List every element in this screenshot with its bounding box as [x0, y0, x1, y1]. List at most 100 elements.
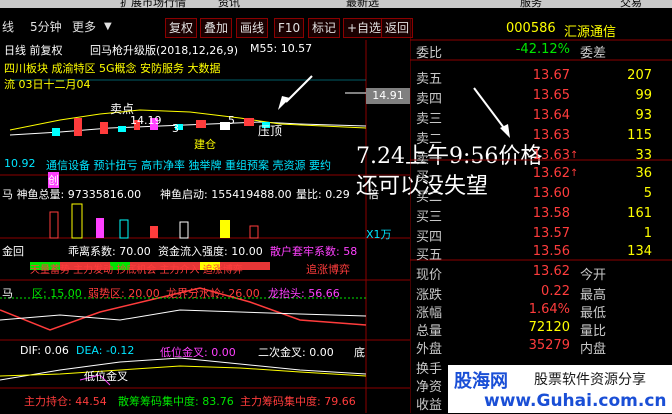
number-label: 5 [228, 114, 235, 127]
bid-row-1: 买一 13.62 ↑ 36 [410, 166, 672, 186]
more-button[interactable]: 更多 [72, 18, 96, 36]
ask-volume: 99 [635, 88, 652, 103]
ask-price: 13.65 [532, 88, 570, 103]
low-golden-cross: 低位金叉: 0.00 [160, 346, 236, 359]
period-5min-button[interactable]: 5分钟 [30, 18, 62, 36]
bid-label: 买二 [416, 190, 443, 205]
indicator-title: 回马枪升级版(2018,12,26,9) [90, 44, 239, 57]
mark-button[interactable]: 标记 [308, 18, 341, 38]
volume-ratio: 量比: 0.29 [296, 188, 350, 201]
stat-value: 13.62 [532, 264, 570, 279]
kline-chart-area[interactable]: 日线 前复权 回马枪升级版(2018,12,26,9) M55: 10.57 四… [0, 40, 410, 413]
watermark-tagline: 股票软件资源分享 [534, 372, 646, 388]
ask-row-2: 卖二 13.63 115 [410, 128, 672, 148]
signal-strip: 天量蓄势 主力发动 抄底机会 主力介入 追涨博弈 [30, 265, 243, 276]
second-golden-cross: 二次金叉: 0.00 [258, 346, 334, 359]
stat-label-2: 量比 [580, 324, 607, 339]
stat-label: 外盘 [416, 342, 443, 357]
ma55-value: M55: 10.57 [250, 42, 313, 55]
stock-code: 000586 [506, 21, 556, 36]
volume-start: 神鱼启动: 155419488.00 [160, 188, 292, 201]
menu-item[interactable]: 扩展市场行情 [120, 0, 186, 8]
stat-label: 现价 [416, 268, 443, 283]
number-label: 3 [172, 122, 179, 135]
bid-row-5: 买五 13.56 134 [410, 244, 672, 264]
flow-line: 流 03日十二月04 [4, 78, 91, 91]
stat-label: 净资 [416, 380, 443, 395]
bid-volume: 5 [643, 186, 652, 201]
chevron-down-icon[interactable]: ▼ [104, 18, 112, 36]
f10-button[interactable]: F10 [274, 18, 305, 38]
bid-price: 13.62 [532, 166, 570, 181]
watermark: 股海网 股票软件资源分享 www.Guhai.com.cn [448, 365, 672, 413]
bid-price: 13.56 [532, 244, 570, 259]
bid-label: 买一 [416, 170, 443, 185]
ask-volume: 93 [635, 108, 652, 123]
news-number: 10.92 [4, 157, 36, 170]
tech-left: 金回 [2, 245, 24, 258]
ask-label: 卖五 [416, 72, 443, 87]
bid-volume: 36 [635, 166, 652, 181]
dragon-head: 龙抬头: 56.66 [268, 287, 340, 300]
macd-bottom: 底 [354, 346, 365, 359]
fuquan-button[interactable]: 复权 [165, 18, 198, 38]
ask-volume: 33 [635, 148, 652, 163]
concepts-line: 四川板块 成渝特区 5G概念 安防服务 大数据 [4, 62, 221, 75]
longma-prefix: 马 [2, 287, 13, 300]
ask-row-5: 卖五 13.67 207 [410, 68, 672, 88]
stat-row: 总量 72120 量比 [410, 320, 672, 340]
golden-cross-label: 低位金叉 [84, 370, 128, 383]
ask-price: 13.64 [532, 108, 570, 123]
ask-label: 卖二 [416, 132, 443, 147]
bid-row-2: 买二 13.60 5 [410, 186, 672, 206]
top-pressure-label: 压顶 [258, 124, 283, 138]
ask-row-4: 卖四 13.65 99 [410, 88, 672, 108]
bid-volume: 1 [643, 226, 652, 241]
stock-name: 汇源通信 [564, 25, 617, 40]
stat-row: 现价 13.62 今开 [410, 264, 672, 284]
toolbar: 线 5分钟 更多 ▼ 复权 叠加 画线 F10 标记 +自选 返回 [0, 18, 415, 38]
back-button[interactable]: 返回 [381, 18, 414, 38]
menu-item[interactable]: 最新选 [346, 0, 379, 8]
order-diff-label: 委差 [580, 46, 607, 61]
stat-label: 总量 [416, 324, 443, 339]
watermark-url: www.Guhai.com.cn [484, 391, 667, 411]
chase-label: 追涨博弈 [306, 263, 350, 276]
bid-label: 买五 [416, 248, 443, 263]
stat-row: 涨幅 1.64% 最低 [410, 302, 672, 322]
order-ratio-label: 委比 [416, 46, 443, 61]
menu-item[interactable]: 交易 [620, 0, 642, 8]
news-tags: 通信设备 预计扭亏 高市净率 独举牌 重组预案 壳资源 要约 [46, 159, 331, 172]
bid-row-4: 买四 13.57 1 [410, 226, 672, 246]
ask-row-3: 卖三 13.64 93 [410, 108, 672, 128]
period-line-button[interactable]: 线 [2, 18, 14, 36]
bid-label: 买四 [416, 230, 443, 245]
stat-value: 72120 [528, 320, 570, 335]
draw-line-button[interactable]: 画线 [236, 18, 269, 38]
stat-row: 外盘 35279 内盘 [410, 338, 672, 358]
stat-label-2: 今开 [580, 268, 607, 283]
menu-item[interactable]: 服务 [520, 0, 542, 8]
stat-label-2: 最低 [580, 306, 607, 321]
ask-price: 13.63 [532, 128, 570, 143]
menu-item[interactable]: 资讯 [218, 0, 240, 8]
weak-zone: 弱势区: 20.00 [88, 287, 160, 300]
bid-price: 13.57 [532, 226, 570, 241]
stat-label-2: 最高 [580, 288, 607, 303]
bid-volume: 134 [627, 244, 652, 259]
quote-panel: 000586 汇源通信 委比 -42.12% 委差 卖五 13.67 207 卖… [410, 18, 672, 413]
stat-label: 涨幅 [416, 306, 443, 321]
add-favorite-button[interactable]: +自选 [343, 18, 386, 38]
ask-price: 13.67 [532, 68, 570, 83]
overlay-button[interactable]: 叠加 [200, 18, 233, 38]
watermark-brand: 股海网 [454, 371, 508, 392]
volume-total: 马 神鱼总量: 97335816.00 [2, 188, 142, 201]
order-ratio-value: -42.12% [515, 42, 570, 57]
stat-row: 涨跌 0.22 最高 [410, 284, 672, 304]
top-menu-bar: 扩展市场行情 资讯 最新选 服务 交易 [0, 0, 672, 8]
peak-price: 14.19 [130, 114, 162, 127]
retail-trapped: 散户套牢系数: 58 [270, 245, 358, 258]
retail-concentration: 散筹筹码集中度: 83.76 [118, 395, 234, 408]
ask-label: 卖一 [416, 152, 443, 167]
stat-label: 换手 [416, 362, 443, 377]
